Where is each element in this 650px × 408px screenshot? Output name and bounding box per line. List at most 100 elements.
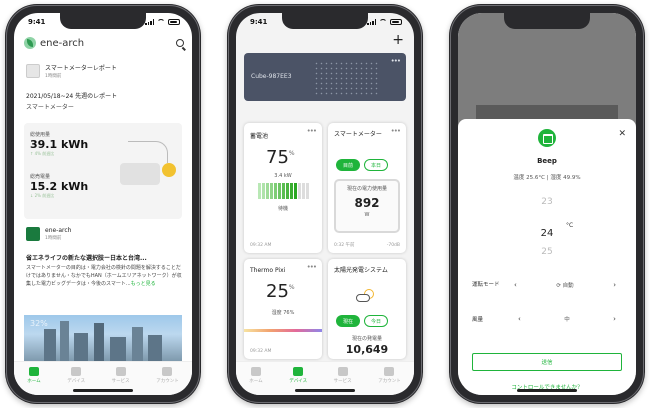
fan-row: 風量 ‹ 中 › xyxy=(472,315,622,323)
solar-value: 10,649 xyxy=(345,343,389,356)
home-icon xyxy=(250,367,261,376)
battery-power: 3.4 kW xyxy=(274,173,292,179)
tab-account[interactable]: アカウント xyxy=(156,367,179,384)
tab-services[interactable]: サービス xyxy=(334,367,352,384)
report-period: 2021/05/18~24 先週のレポート xyxy=(26,93,118,100)
thermo-humidity: 湿度 76% xyxy=(271,310,295,316)
more-icon[interactable]: ••• xyxy=(391,57,401,65)
wifi-icon xyxy=(379,19,387,25)
wifi-icon xyxy=(157,19,165,25)
tab-services-label: サービス xyxy=(333,379,352,384)
showcase: 9:41 ene-arch スマートメーターレポート 1時間前 2021/05/… xyxy=(0,0,650,408)
add-device-icon[interactable]: + xyxy=(392,33,404,47)
more-icon[interactable]: ••• xyxy=(391,127,401,135)
account-icon xyxy=(162,367,173,376)
battery-title: 蓄電池 xyxy=(250,133,269,140)
usage-value: 39.1 kWh xyxy=(30,138,89,151)
devices-icon xyxy=(293,367,304,376)
report-section: スマートメーター xyxy=(26,104,74,111)
meter-now-button[interactable]: 目前 xyxy=(336,159,360,171)
tab-home-label: ホーム xyxy=(249,379,263,384)
sold-sub: ↓ 2% 前週比 xyxy=(30,193,55,198)
news-more-link[interactable]: もっと見る xyxy=(131,281,156,287)
meter-today-button[interactable]: 本日 xyxy=(364,159,388,171)
tab-devices[interactable]: デバイス xyxy=(67,367,85,384)
tab-home[interactable]: ホーム xyxy=(249,367,263,384)
phone-home: 9:41 ene-arch スマートメーターレポート 1時間前 2021/05/… xyxy=(5,4,201,404)
battery-card[interactable]: 蓄電池 ••• 75 % 3.4 kW 待機 09:32 AM xyxy=(244,123,322,253)
search-icon[interactable] xyxy=(176,39,184,47)
more-icon[interactable]: ••• xyxy=(307,263,317,271)
meter-reading-value: 892 xyxy=(354,196,380,210)
phone-devices: 9:41 + Cube-987EE3 ••• 蓄電池 ••• 75 % 3.4 … xyxy=(227,4,423,404)
leaf-logo-icon xyxy=(24,37,36,49)
close-icon[interactable]: ✕ xyxy=(618,129,626,139)
usage-sub: ↑ 4% 前週比 xyxy=(30,151,55,156)
fan-prev-icon[interactable]: ‹ xyxy=(518,315,521,323)
battery-percent: 75 xyxy=(266,147,289,168)
app-header: ene-arch xyxy=(24,37,184,49)
tab-services[interactable]: サービス xyxy=(112,367,130,384)
solar-card[interactable]: 太陽光発電システム 現在 今日 現在の発電量 10,649 xyxy=(328,259,406,359)
home-indicator xyxy=(73,389,133,392)
thermo-unit: % xyxy=(288,284,295,291)
mode-prev-icon[interactable]: ‹ xyxy=(514,281,517,289)
climate-readout: 温度 25.6°C | 湿度 49.9% xyxy=(513,175,581,181)
tab-devices-label: デバイス xyxy=(289,379,308,384)
temp-option-next[interactable]: 25 xyxy=(458,247,636,257)
battery-level-bars xyxy=(258,183,309,199)
solar-today-button[interactable]: 今日 xyxy=(364,315,388,327)
news-source-item[interactable]: ene-arch 1時間前 xyxy=(26,227,71,241)
meter-reading-unit: W xyxy=(364,212,370,218)
tab-devices[interactable]: デバイス xyxy=(289,367,307,384)
meter-reading-label: 現在の電力使用量 xyxy=(346,186,387,192)
news-image: 32% xyxy=(24,315,182,363)
plug-illustration xyxy=(120,163,160,185)
phone-control: ✕ Beep 温度 25.6°C | 湿度 49.9% 23 24 °C 25 … xyxy=(449,4,645,404)
thermo-card[interactable]: Thermo Pixi ••• 25 % 湿度 76% 09:32 AM xyxy=(244,259,322,359)
mode-label: 運転モード xyxy=(472,282,500,288)
news-image-label: 32% xyxy=(30,319,48,328)
mode-value-wrap: ⟳ 自動 xyxy=(556,283,574,289)
usage-label: 総使用量 xyxy=(30,132,51,138)
tab-home[interactable]: ホーム xyxy=(27,367,41,384)
temp-selected-row[interactable]: 24 °C xyxy=(458,221,636,240)
home-screen: 9:41 ene-arch スマートメーターレポート 1時間前 2021/05/… xyxy=(14,13,192,395)
control-screen: ✕ Beep 温度 25.6°C | 湿度 49.9% 23 24 °C 25 … xyxy=(458,13,636,395)
sun-cloud-icon xyxy=(356,289,376,303)
tab-account-label: アカウント xyxy=(378,379,401,384)
cube-card[interactable]: Cube-987EE3 ••• xyxy=(244,53,406,101)
status-icons xyxy=(367,19,402,25)
tab-home-label: ホーム xyxy=(27,379,41,384)
mode-value: 自動 xyxy=(562,283,574,289)
report-feed-item[interactable]: スマートメーターレポート 1時間前 xyxy=(26,63,117,79)
battery-status: 待機 xyxy=(277,206,288,212)
solar-title: 太陽光発電システム xyxy=(334,267,388,274)
solar-now-button[interactable]: 現在 xyxy=(336,315,360,327)
temp-unit: °C xyxy=(566,222,574,229)
app-name: ene-arch xyxy=(40,37,85,49)
notch xyxy=(282,13,368,29)
meter-signal: -70dB xyxy=(386,243,400,248)
control-sheet: ✕ Beep 温度 25.6°C | 湿度 49.9% 23 24 °C 25 … xyxy=(458,119,636,395)
mode-row: 運転モード ‹ ⟳ 自動 › xyxy=(472,281,622,289)
temp-option-selected: 24 xyxy=(540,228,554,239)
tab-devices-label: デバイス xyxy=(67,379,86,384)
ene-arch-avatar xyxy=(26,227,40,241)
news-headline[interactable]: 省エネライフの新たな選択肢ー日本と台湾... xyxy=(26,253,182,262)
temp-option-prev[interactable]: 23 xyxy=(458,197,636,207)
devices-screen: 9:41 + Cube-987EE3 ••• 蓄電池 ••• 75 % 3.4 … xyxy=(236,13,414,395)
send-button[interactable]: 送信 xyxy=(472,353,622,371)
tab-services-label: サービス xyxy=(111,379,130,384)
status-icons xyxy=(145,19,180,25)
solar-label: 現在の発電量 xyxy=(351,336,382,342)
fan-next-icon[interactable]: › xyxy=(613,315,616,323)
mode-next-icon[interactable]: › xyxy=(613,281,616,289)
more-icon[interactable]: ••• xyxy=(307,127,317,135)
bulb-illustration xyxy=(162,163,176,177)
meter-card[interactable]: スマートメーター ••• 目前 本日 現在の電力使用量 892 W 0:32 午… xyxy=(328,123,406,253)
meter-title: スマートメーター xyxy=(334,131,382,138)
fan-label: 風量 xyxy=(472,317,484,323)
tab-account[interactable]: アカウント xyxy=(378,367,401,384)
report-card[interactable]: 総使用量 39.1 kWh ↑ 4% 前週比 総売電量 15.2 kWh ↓ 2… xyxy=(24,123,182,219)
